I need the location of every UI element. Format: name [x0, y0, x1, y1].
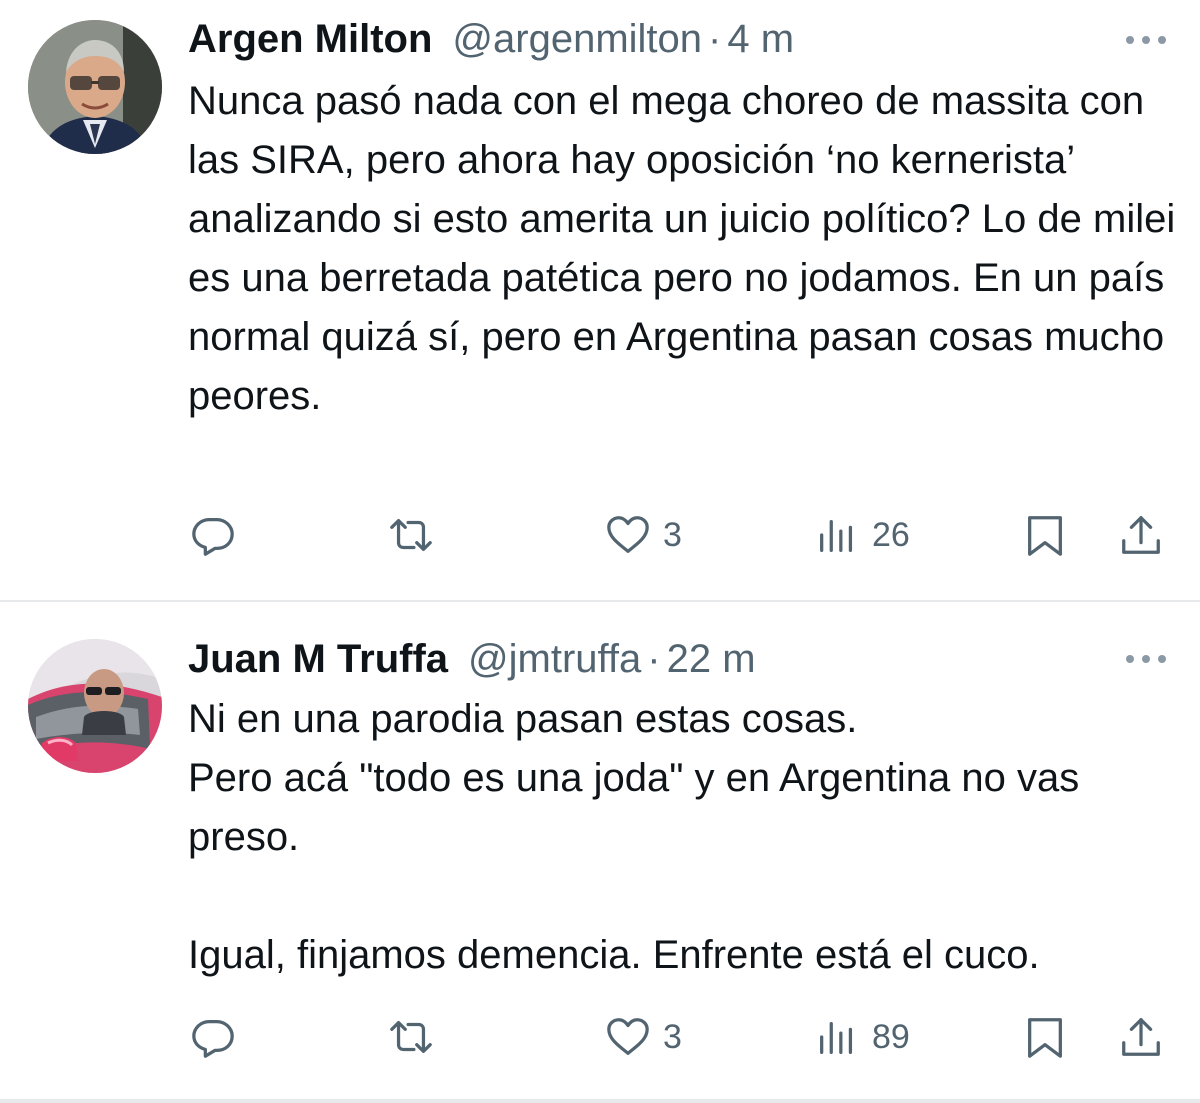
share-button[interactable]: [1118, 505, 1164, 565]
tweet-text: Nunca pasó nada con el mega choreo de ma…: [188, 79, 1176, 418]
tweet-text: Ni en una parodia pasan estas cosas. Per…: [188, 697, 1080, 977]
share-icon: [1122, 1018, 1160, 1056]
retweet-button[interactable]: [388, 1007, 434, 1067]
action-bar: 3 89: [0, 1007, 1200, 1067]
tweet-header: Argen Milton @argenmilton · 4 m: [188, 14, 794, 64]
display-name[interactable]: Juan M Truffa: [188, 634, 448, 684]
heart-icon: [607, 516, 649, 553]
views-button[interactable]: 89: [814, 1007, 910, 1067]
reply-button[interactable]: [190, 505, 236, 565]
user-handle[interactable]: @jmtruffa: [468, 634, 641, 684]
tweet-divider: [0, 1099, 1200, 1103]
bookmark-button[interactable]: [1022, 1007, 1068, 1067]
retweet-icon: [390, 518, 432, 552]
retweet-button[interactable]: [388, 505, 434, 565]
like-count: 3: [663, 1017, 682, 1056]
retweet-icon: [390, 1020, 432, 1054]
views-icon: [820, 519, 853, 552]
like-button[interactable]: 3: [605, 1007, 682, 1067]
separator-dot: ·: [708, 17, 722, 61]
timestamp[interactable]: 22 m: [667, 634, 756, 684]
share-button[interactable]: [1118, 1007, 1164, 1067]
reply-icon: [192, 1020, 234, 1058]
tweet[interactable]: Argen Milton @argenmilton · 4 m Nunca pa…: [0, 0, 1200, 600]
action-bar: 3 26: [0, 505, 1200, 565]
views-button[interactable]: 26: [814, 505, 910, 565]
avatar[interactable]: [28, 20, 162, 154]
avatar[interactable]: [28, 639, 162, 773]
timestamp[interactable]: 4 m: [727, 14, 794, 64]
bookmark-icon: [1028, 516, 1062, 556]
tweet-header: Juan M Truffa @jmtruffa · 22 m: [188, 634, 756, 684]
reply-button[interactable]: [190, 1007, 236, 1067]
bookmark-icon: [1028, 1018, 1062, 1058]
display-name[interactable]: Argen Milton: [188, 14, 432, 64]
more-icon[interactable]: [1126, 653, 1166, 665]
view-count: 89: [872, 1017, 910, 1056]
tweet[interactable]: Juan M Truffa @jmtruffa · 22 m Ni en una…: [0, 601, 1200, 1103]
like-count: 3: [663, 515, 682, 554]
more-icon[interactable]: [1126, 34, 1166, 46]
bookmark-button[interactable]: [1022, 505, 1068, 565]
heart-icon: [607, 1018, 649, 1055]
share-icon: [1122, 516, 1160, 554]
separator-dot: ·: [647, 637, 661, 681]
user-handle[interactable]: @argenmilton: [452, 14, 702, 64]
timeline: Argen Milton @argenmilton · 4 m Nunca pa…: [0, 0, 1200, 1103]
reply-icon: [192, 518, 234, 556]
view-count: 26: [872, 515, 910, 554]
like-button[interactable]: 3: [605, 505, 682, 565]
views-icon: [820, 1021, 853, 1054]
